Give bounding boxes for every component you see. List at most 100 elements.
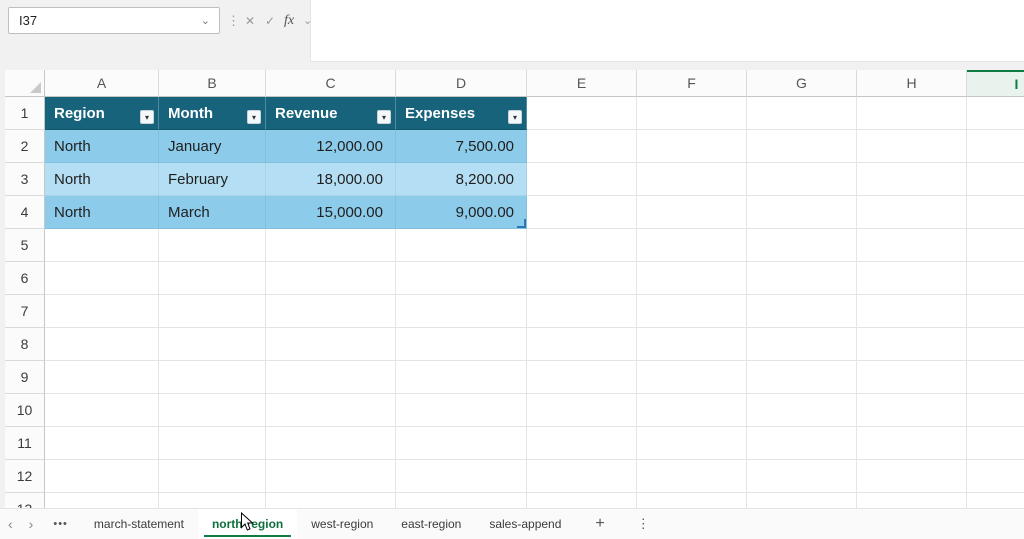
column-header-F[interactable]: F <box>637 70 747 97</box>
cell-E4[interactable] <box>527 196 637 229</box>
tabs-overflow-button[interactable]: ••• <box>41 518 80 530</box>
cell-F9[interactable] <box>637 361 747 394</box>
cell-B12[interactable] <box>159 460 266 493</box>
cell-A4[interactable]: North <box>45 196 159 229</box>
column-header-G[interactable]: G <box>747 70 857 97</box>
cell-H1[interactable] <box>857 97 967 130</box>
cell-B11[interactable] <box>159 427 266 460</box>
filter-dropdown-icon-month[interactable]: ▾ <box>247 110 261 124</box>
cell-C6[interactable] <box>266 262 396 295</box>
cell-E1[interactable] <box>527 97 637 130</box>
row-header-5[interactable]: 5 <box>5 229 45 262</box>
filter-dropdown-icon-revenue[interactable]: ▾ <box>377 110 391 124</box>
cell-I6[interactable] <box>967 262 1024 295</box>
cell-I11[interactable] <box>967 427 1024 460</box>
cell-G10[interactable] <box>747 394 857 427</box>
row-header-3[interactable]: 3 <box>5 163 45 196</box>
cell-G12[interactable] <box>747 460 857 493</box>
cell-C11[interactable] <box>266 427 396 460</box>
row-header-13[interactable]: 13 <box>5 493 45 508</box>
add-sheet-button[interactable]: + <box>575 515 624 533</box>
cell-E12[interactable] <box>527 460 637 493</box>
row-header-7[interactable]: 7 <box>5 295 45 328</box>
name-box-chevron-icon[interactable]: ⌄ <box>192 14 219 27</box>
cell-I8[interactable] <box>967 328 1024 361</box>
cell-G13[interactable] <box>747 493 857 508</box>
cell-C3[interactable]: 18,000.00 <box>266 163 396 196</box>
row-header-6[interactable]: 6 <box>5 262 45 295</box>
cell-H13[interactable] <box>857 493 967 508</box>
cell-A7[interactable] <box>45 295 159 328</box>
cell-G5[interactable] <box>747 229 857 262</box>
cell-I10[interactable] <box>967 394 1024 427</box>
cell-D4[interactable]: 9,000.00 <box>396 196 527 229</box>
cell-H7[interactable] <box>857 295 967 328</box>
cell-B1[interactable]: Month▾ <box>159 97 266 130</box>
cell-A2[interactable]: North <box>45 130 159 163</box>
cell-D10[interactable] <box>396 394 527 427</box>
fx-button[interactable]: fx <box>284 12 294 30</box>
cell-B9[interactable] <box>159 361 266 394</box>
cell-H11[interactable] <box>857 427 967 460</box>
cell-I5[interactable] <box>967 229 1024 262</box>
cell-I12[interactable] <box>967 460 1024 493</box>
cell-B2[interactable]: January <box>159 130 266 163</box>
cell-A5[interactable] <box>45 229 159 262</box>
cell-B6[interactable] <box>159 262 266 295</box>
cell-B8[interactable] <box>159 328 266 361</box>
cell-C12[interactable] <box>266 460 396 493</box>
cell-F5[interactable] <box>637 229 747 262</box>
cell-E3[interactable] <box>527 163 637 196</box>
cell-F12[interactable] <box>637 460 747 493</box>
cell-D2[interactable]: 7,500.00 <box>396 130 527 163</box>
cell-A10[interactable] <box>45 394 159 427</box>
tabs-next-icon[interactable]: › <box>21 516 42 532</box>
row-header-2[interactable]: 2 <box>5 130 45 163</box>
cell-H12[interactable] <box>857 460 967 493</box>
column-header-C[interactable]: C <box>266 70 396 97</box>
column-header-I[interactable]: I <box>967 70 1024 97</box>
cell-C4[interactable]: 15,000.00 <box>266 196 396 229</box>
sheet-tab-march-statement[interactable]: march-statement <box>80 509 198 539</box>
cell-I2[interactable] <box>967 130 1024 163</box>
column-header-B[interactable]: B <box>159 70 266 97</box>
cell-D12[interactable] <box>396 460 527 493</box>
cell-I13[interactable] <box>967 493 1024 508</box>
cell-H10[interactable] <box>857 394 967 427</box>
row-header-8[interactable]: 8 <box>5 328 45 361</box>
cancel-icon[interactable]: ✕ <box>245 12 255 30</box>
cell-E13[interactable] <box>527 493 637 508</box>
cell-G11[interactable] <box>747 427 857 460</box>
cell-G1[interactable] <box>747 97 857 130</box>
cell-C8[interactable] <box>266 328 396 361</box>
column-header-E[interactable]: E <box>527 70 637 97</box>
cell-A6[interactable] <box>45 262 159 295</box>
cell-B3[interactable]: February <box>159 163 266 196</box>
cell-G7[interactable] <box>747 295 857 328</box>
cell-B7[interactable] <box>159 295 266 328</box>
cell-F4[interactable] <box>637 196 747 229</box>
cell-D7[interactable] <box>396 295 527 328</box>
cell-H8[interactable] <box>857 328 967 361</box>
cell-F1[interactable] <box>637 97 747 130</box>
tabs-prev-icon[interactable]: ‹ <box>0 516 21 532</box>
cell-H9[interactable] <box>857 361 967 394</box>
cell-D13[interactable] <box>396 493 527 508</box>
sheet-tab-sales-append[interactable]: sales-append <box>475 509 575 539</box>
cell-F8[interactable] <box>637 328 747 361</box>
cell-G8[interactable] <box>747 328 857 361</box>
cell-F6[interactable] <box>637 262 747 295</box>
cell-G4[interactable] <box>747 196 857 229</box>
formula-input[interactable] <box>310 0 1024 62</box>
cell-F13[interactable] <box>637 493 747 508</box>
cell-F7[interactable] <box>637 295 747 328</box>
cell-B10[interactable] <box>159 394 266 427</box>
cell-F11[interactable] <box>637 427 747 460</box>
cell-E11[interactable] <box>527 427 637 460</box>
row-header-11[interactable]: 11 <box>5 427 45 460</box>
cell-H4[interactable] <box>857 196 967 229</box>
cell-D5[interactable] <box>396 229 527 262</box>
cell-A3[interactable]: North <box>45 163 159 196</box>
cell-C1[interactable]: Revenue▾ <box>266 97 396 130</box>
column-header-D[interactable]: D <box>396 70 527 97</box>
